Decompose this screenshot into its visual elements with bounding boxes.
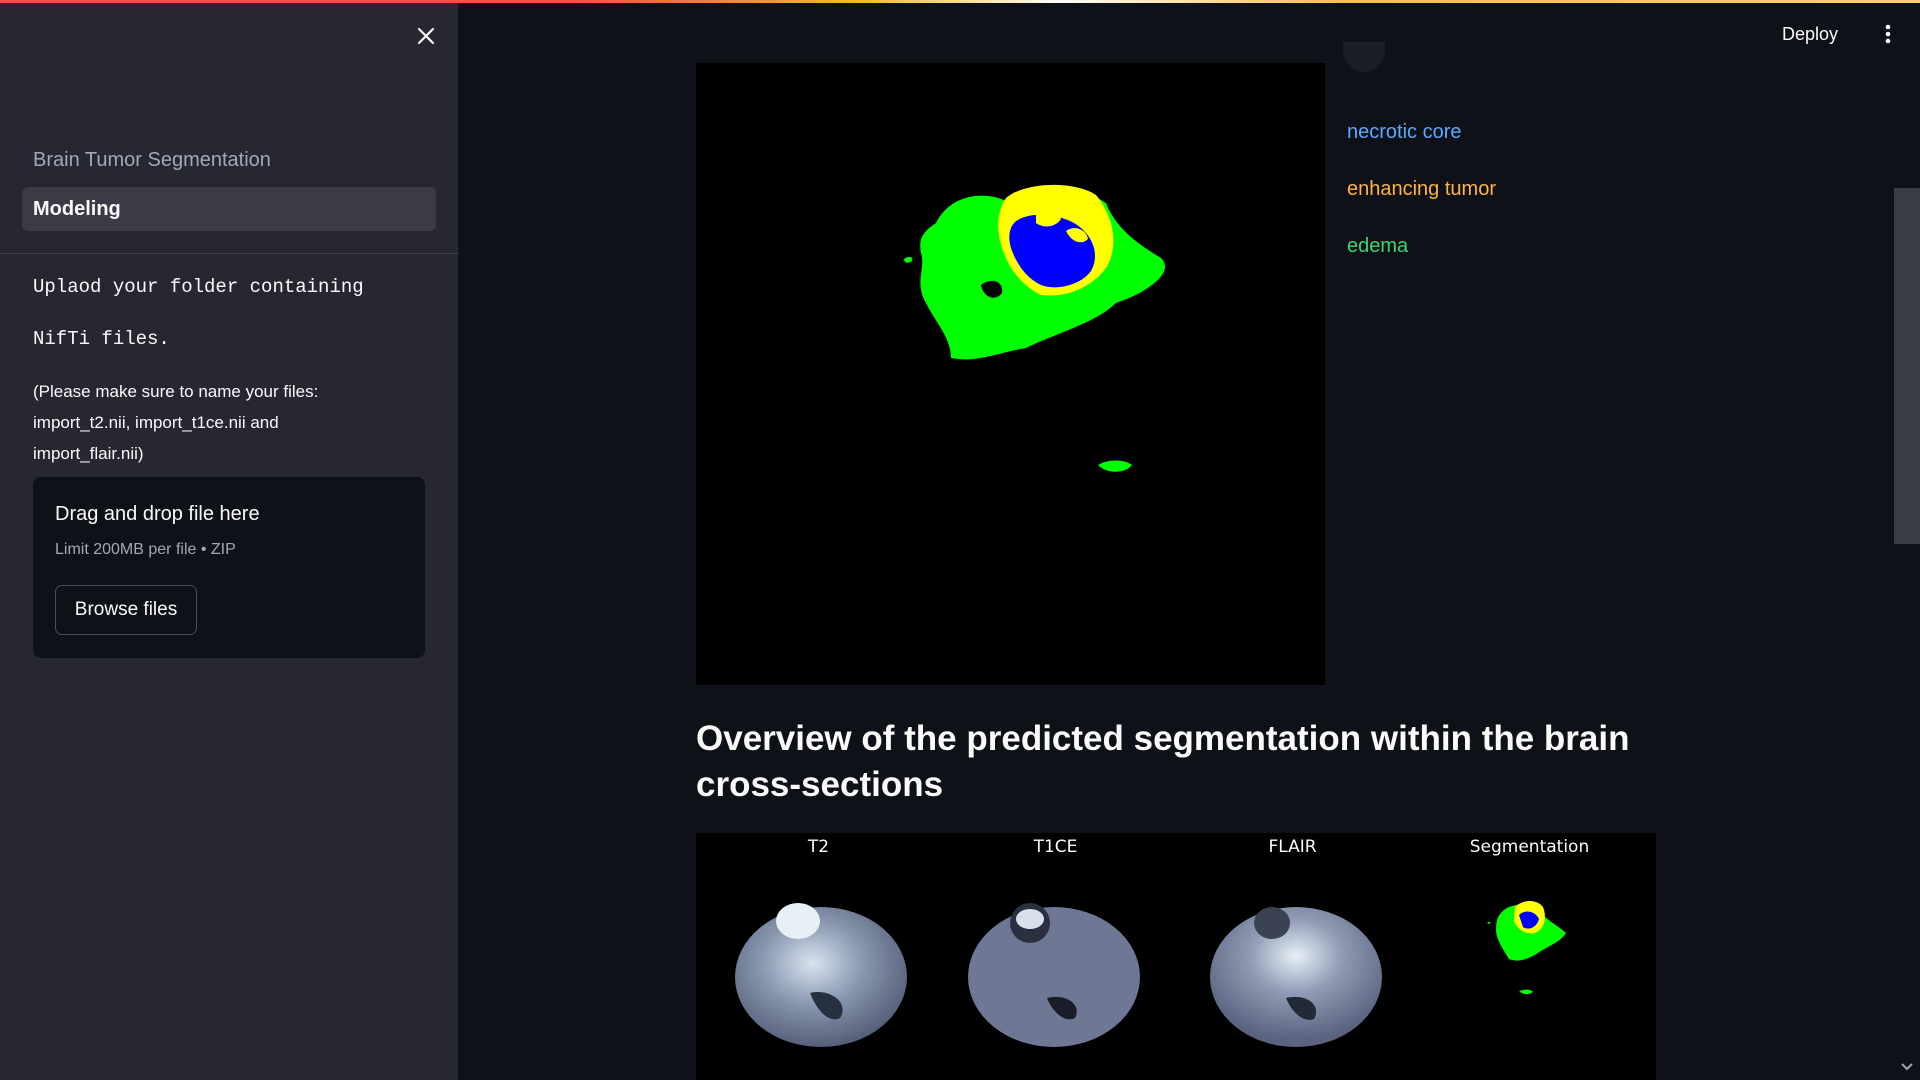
file-dropzone[interactable]: Drag and drop file here Limit 200MB per … bbox=[33, 477, 425, 658]
panel-label: FLAIR bbox=[1268, 837, 1317, 857]
browse-files-button[interactable]: Browse files bbox=[55, 585, 197, 635]
legend-item-enhancing-tumor: enhancing tumor bbox=[1347, 178, 1496, 200]
panel-label: Segmentation bbox=[1469, 837, 1590, 857]
sidebar-nav: Brain Tumor Segmentation Modeling bbox=[22, 138, 436, 236]
main-menu-button[interactable] bbox=[1876, 20, 1900, 48]
t2-brain-slice bbox=[735, 903, 907, 1047]
section-heading: Overview of the predicted segmentation w… bbox=[696, 719, 1630, 804]
segmentation-slice-image bbox=[696, 63, 1325, 685]
nav-item-modeling[interactable]: Modeling bbox=[22, 187, 436, 231]
legend-item-necrotic-core: necrotic core bbox=[1347, 121, 1462, 143]
panel-t1ce: T1CE bbox=[937, 833, 1174, 1080]
panel-label: T2 bbox=[807, 837, 830, 857]
dropzone-limit-text: Limit 200MB per file • ZIP bbox=[55, 541, 236, 558]
sidebar-divider bbox=[0, 253, 458, 254]
segmentation-mask-graphic bbox=[904, 184, 1165, 472]
panel-segmentation: Segmentation bbox=[1411, 833, 1648, 1080]
sidebar-content: Uplaod your folder containing NifTi file… bbox=[33, 274, 428, 658]
flair-brain-slice bbox=[1210, 907, 1382, 1047]
cross-section-overview: T2 T1CE FLAIR Segmentation bbox=[696, 833, 1656, 1080]
segmentation-thumbnail bbox=[1487, 901, 1566, 995]
upload-instructions-line-2: NifTi files. bbox=[33, 328, 170, 350]
dropzone-title: Drag and drop file here bbox=[55, 503, 260, 525]
chevron-down-icon bbox=[1901, 1063, 1913, 1071]
avatar-partial bbox=[1343, 42, 1385, 72]
scroll-down-button[interactable] bbox=[1898, 1058, 1916, 1076]
panel-t2: T2 bbox=[700, 833, 937, 1080]
segmentation-legend: necrotic core enhancing tumor edema bbox=[1347, 118, 1496, 289]
close-sidebar-button[interactable] bbox=[412, 22, 440, 50]
more-vertical-icon bbox=[1885, 24, 1891, 44]
file-naming-note-line: import_flair.nii) bbox=[33, 444, 144, 463]
sidebar: Brain Tumor Segmentation Modeling Uplaod… bbox=[0, 0, 458, 1080]
panel-label: T1CE bbox=[1033, 837, 1078, 857]
file-naming-note-line: import_t2.nii, import_t1ce.nii and bbox=[33, 413, 279, 432]
panel-flair: FLAIR bbox=[1174, 833, 1411, 1080]
legend-item-edema: edema bbox=[1347, 235, 1409, 257]
top-decoration-bar bbox=[0, 0, 1920, 3]
nav-item-brain-tumor-segmentation[interactable]: Brain Tumor Segmentation bbox=[22, 138, 436, 182]
upload-instructions-line-1: Uplaod your folder containing bbox=[33, 276, 364, 298]
page-scrollbar-thumb[interactable] bbox=[1894, 188, 1920, 544]
deploy-button[interactable]: Deploy bbox=[1782, 20, 1838, 48]
close-icon bbox=[417, 27, 435, 45]
t1ce-brain-slice bbox=[968, 903, 1140, 1047]
file-naming-note-line: (Please make sure to name your files: bbox=[33, 382, 319, 401]
file-naming-note: (Please make sure to name your files: im… bbox=[33, 376, 428, 469]
